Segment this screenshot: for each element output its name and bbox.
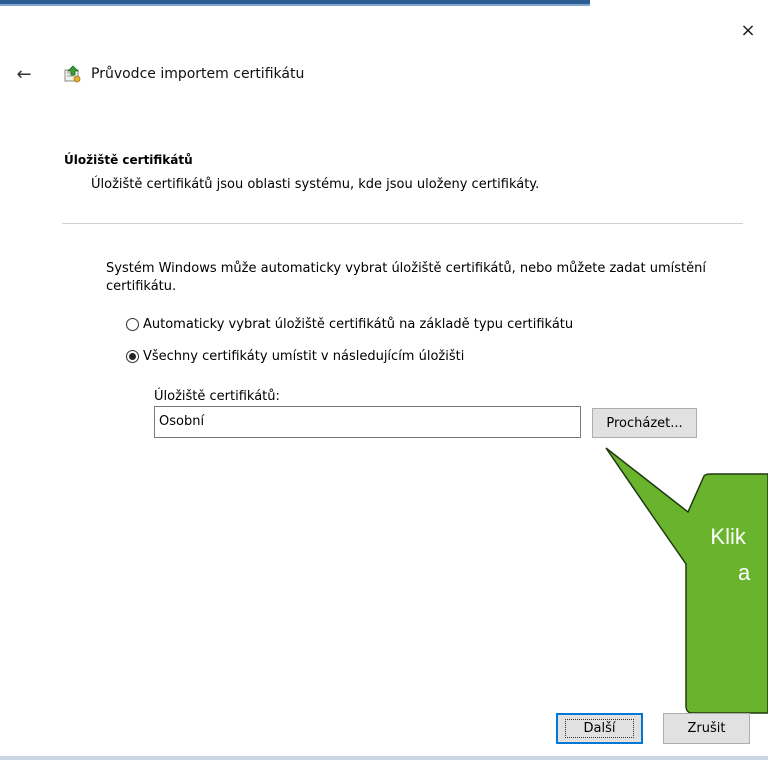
back-arrow-icon[interactable]: ← (16, 64, 31, 85)
section-heading: Úložiště certifikátů (64, 153, 193, 167)
next-button-label[interactable]: Další (564, 719, 635, 738)
store-input[interactable]: Osobní (154, 406, 581, 438)
browse-button[interactable]: Procházet... (592, 408, 697, 438)
window-bottom-edge (0, 756, 768, 760)
radio-auto-select[interactable]: Automaticky vybrat úložiště certifikátů … (126, 317, 573, 332)
radio-auto-button[interactable] (126, 318, 139, 331)
close-icon[interactable]: × (740, 20, 755, 41)
radio-selected-dot (129, 353, 136, 360)
store-explanation: Systém Windows může automaticky vybrat ú… (106, 261, 706, 294)
radio-manual-select[interactable]: Všechny certifikáty umístit v následujíc… (126, 349, 464, 364)
radio-manual-button[interactable] (126, 350, 139, 363)
store-field-label: Úložiště certifikátů: (154, 389, 280, 404)
back-button[interactable]: ← (10, 62, 38, 86)
header-divider (62, 223, 743, 224)
radio-auto-label[interactable]: Automaticky vybrat úložiště certifikátů … (143, 317, 573, 332)
next-button[interactable]: Další (556, 713, 643, 744)
callout-text: Klik a (706, 519, 750, 591)
window-top-strip-light (0, 4, 590, 6)
callout-line-2: a (738, 560, 751, 585)
close-button[interactable]: × (732, 14, 764, 46)
wizard-title: Průvodce importem certifikátu (91, 66, 305, 82)
radio-manual-label[interactable]: Všechny certifikáty umístit v následujíc… (143, 349, 464, 364)
callout-line-1: Klik (710, 524, 746, 549)
cancel-button[interactable]: Zrušit (663, 713, 750, 744)
certificate-wizard-icon (64, 65, 81, 83)
section-description: Úložiště certifikátů jsou oblasti systém… (91, 177, 540, 192)
